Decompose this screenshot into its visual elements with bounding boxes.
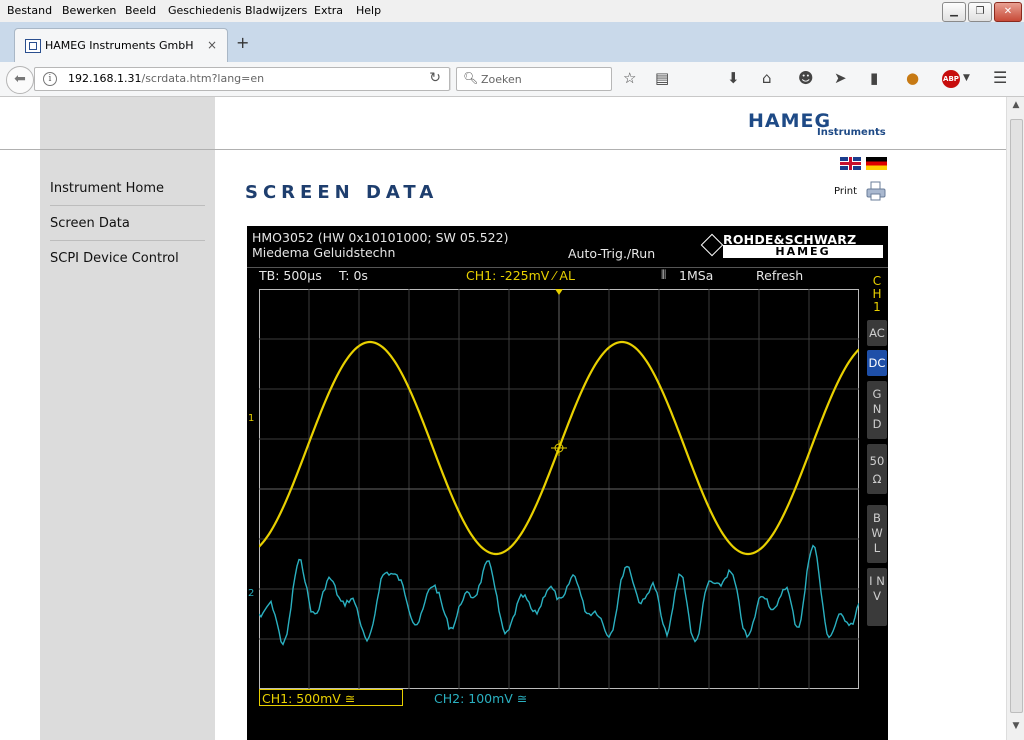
search-input[interactable]: Zoeken: [481, 73, 522, 86]
url-host: 192.168.1.31: [68, 72, 142, 85]
restore-icon[interactable]: ❐: [968, 2, 992, 22]
menu-bestand[interactable]: Bestand: [7, 4, 52, 17]
url-path: /scrdata.htm?lang=en: [141, 72, 265, 85]
menu-beeld[interactable]: Beeld: [125, 4, 156, 17]
home-icon[interactable]: ⌂: [762, 69, 772, 87]
chevron-down-icon[interactable]: ▼: [963, 73, 970, 83]
send-icon[interactable]: ➤: [834, 69, 847, 87]
uk-flag-icon[interactable]: [840, 157, 861, 170]
url-divider: [450, 68, 451, 90]
page-title: SCREEN DATA: [245, 182, 439, 203]
nav-divider: [50, 240, 205, 241]
coupling-gnd-button[interactable]: G N D: [867, 381, 887, 439]
hameg-logo-sub: Instruments: [817, 127, 886, 138]
trigger-time: T: 0s: [339, 268, 368, 283]
invert-button[interactable]: I N V: [867, 568, 887, 626]
refresh-mode: Refresh: [756, 268, 804, 283]
nav-screen-data[interactable]: Screen Data: [50, 216, 130, 231]
close-window-icon[interactable]: ✕: [994, 2, 1022, 22]
print-link[interactable]: Print: [834, 186, 857, 197]
ch2-offset-marker: 2: [248, 588, 255, 599]
header-divider: [0, 149, 1006, 150]
termination-50-ohm-button[interactable]: 50 Ω: [867, 444, 887, 494]
url-text: 192.168.1.31/scrdata.htm?lang=en: [68, 72, 264, 85]
sample-rate: 1MSa: [679, 268, 714, 283]
nav-scpi-device-control[interactable]: SCPI Device Control: [50, 251, 179, 266]
extension-icon[interactable]: ▮: [870, 69, 878, 87]
rs-logo-bottom: HAMEG: [723, 245, 883, 258]
search-box[interactable]: 🔍︎ Zoeken: [456, 67, 612, 91]
ch2-scale[interactable]: CH2: 100mV ≅: [434, 691, 527, 706]
search-icon: 🔍︎: [463, 71, 479, 85]
vertical-scrollbar[interactable]: ▲ ▼: [1006, 97, 1024, 740]
printer-icon[interactable]: [866, 181, 886, 201]
rohde-schwarz-logo: ROHDE&SCHWARZ HAMEG: [700, 230, 884, 260]
channel-indicator: C H 1: [872, 274, 882, 314]
new-tab-icon[interactable]: +: [236, 33, 249, 52]
timebase: TB: 500µs: [259, 268, 322, 283]
ch1-trigger-level: CH1: -225mV ⁄ AL: [466, 268, 575, 283]
navigation-toolbar: ⬅ i 192.168.1.31/scrdata.htm?lang=en ↻ 🔍…: [0, 62, 1024, 97]
ch1-offset-marker: 1: [248, 413, 255, 424]
coupling-dc-button[interactable]: DC: [867, 350, 887, 376]
menubar: Bestand Bewerken Beeld Geschiedenis Blad…: [0, 0, 1024, 22]
device-info: HMO3052 (HW 0x10101000; SW 05.522): [252, 230, 509, 245]
coupling-ac-button[interactable]: AC: [867, 320, 887, 346]
tab-strip: HAMEG Instruments GmbH × +: [0, 22, 1024, 63]
tab-title: HAMEG Instruments GmbH: [45, 39, 194, 52]
hamburger-menu-icon[interactable]: ☰: [993, 68, 1007, 87]
url-bar[interactable]: i 192.168.1.31/scrdata.htm?lang=en ↻: [34, 67, 451, 91]
nav-divider: [50, 205, 205, 206]
menu-geschiedenis[interactable]: Geschiedenis: [168, 4, 241, 17]
scroll-up-icon[interactable]: ▲: [1009, 100, 1023, 114]
acquisition-icon: ⫴: [661, 267, 667, 282]
nav-instrument-home[interactable]: Instrument Home: [50, 181, 164, 196]
owner-name: Miedema Geluidstechn: [252, 245, 396, 260]
minimize-icon[interactable]: ▁: [942, 2, 966, 22]
menu-bladwijzers[interactable]: Bladwijzers: [245, 4, 307, 17]
page-content: HAMEG Instruments Instrument Home Screen…: [0, 97, 1006, 740]
tab-close-icon[interactable]: ×: [207, 38, 217, 52]
scrollbar-thumb[interactable]: [1010, 119, 1023, 713]
oscilloscope-screen: HMO3052 (HW 0x10101000; SW 05.522) Miede…: [247, 226, 888, 740]
rs-diamond-icon: [700, 233, 724, 257]
bookmark-star-icon[interactable]: ☆: [623, 69, 636, 87]
back-arrow-icon[interactable]: ⬅: [6, 66, 34, 94]
reload-icon[interactable]: ↻: [429, 70, 441, 86]
chat-icon[interactable]: ☻: [798, 69, 814, 87]
download-icon[interactable]: ⬇: [727, 69, 740, 87]
menu-extra[interactable]: Extra: [314, 4, 343, 17]
tab-hameg[interactable]: HAMEG Instruments GmbH ×: [14, 28, 228, 63]
bandwidth-limit-button[interactable]: B W L: [867, 505, 887, 563]
german-flag-icon[interactable]: [866, 157, 887, 170]
ch1-scale[interactable]: CH1: 500mV ≅: [259, 689, 403, 706]
window-controls: ▁ ❐ ✕: [942, 2, 1022, 22]
menu-bewerken[interactable]: Bewerken: [62, 4, 116, 17]
site-info-icon[interactable]: i: [43, 72, 57, 86]
trigger-mode: Auto-Trig./Run: [568, 246, 656, 261]
hameg-favicon-icon: [25, 39, 41, 53]
reading-list-icon[interactable]: ▤: [655, 69, 669, 87]
addon-icon[interactable]: ●: [906, 69, 919, 87]
adblock-icon[interactable]: ABP: [942, 70, 960, 88]
menu-help[interactable]: Help: [356, 4, 381, 17]
scroll-down-icon[interactable]: ▼: [1009, 721, 1023, 735]
waveform-plot: [259, 289, 859, 689]
